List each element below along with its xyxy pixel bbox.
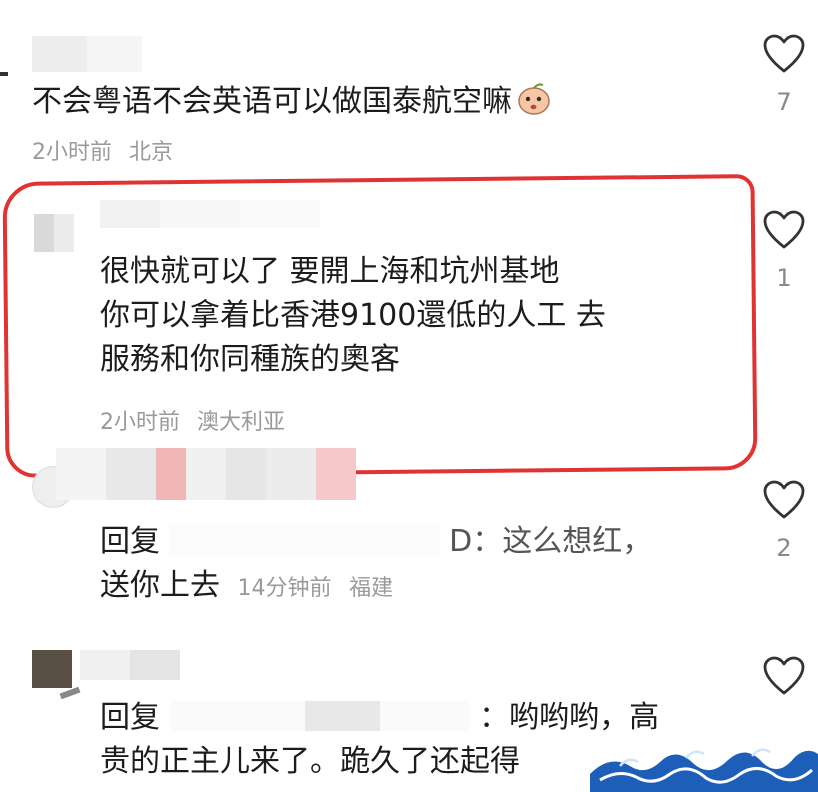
- peach-face-emoji-icon: [516, 81, 552, 117]
- blurred-username: [32, 36, 142, 72]
- heart-icon[interactable]: [762, 656, 806, 696]
- blurred-reply-target: [169, 701, 470, 731]
- blurred-username: [80, 650, 180, 680]
- reply-text: ：哟哟哟，高: [479, 700, 660, 735]
- wave-watermark-icon: [590, 748, 818, 792]
- blurred-avatar: [32, 650, 72, 688]
- comment-location: 福建: [349, 576, 394, 601]
- comment-line: 服務和你同種族的奧客: [100, 342, 400, 377]
- like-button[interactable]: 2: [754, 480, 814, 562]
- reply-prefix: 回复: [100, 700, 160, 735]
- comment-line: 贵的正主儿来了。跪久了还起得: [100, 744, 520, 779]
- blurred-reply-target: [169, 525, 440, 555]
- comment-meta: 2小时前 澳大利亚: [100, 404, 285, 436]
- like-count: 7: [776, 88, 792, 116]
- comment-meta: 2小时前 北京: [32, 134, 173, 166]
- blurred-avatar: [34, 214, 74, 252]
- comment-time: 2小时前: [32, 140, 112, 165]
- like-button[interactable]: [754, 656, 814, 700]
- like-count: 1: [776, 264, 792, 292]
- heart-icon[interactable]: [762, 34, 806, 74]
- comment-text: 不会粤语不会英语可以做国泰航空嘛: [32, 80, 552, 124]
- left-edge-mark: [59, 686, 81, 700]
- left-edge-mark: [0, 72, 8, 76]
- reply-text: D：这么想红，: [449, 524, 653, 559]
- like-button[interactable]: 7: [754, 34, 814, 116]
- comment-text: 回复 ：哟哟哟，高 贵的正主儿来了。跪久了还起得: [100, 696, 659, 784]
- heart-icon[interactable]: [762, 480, 806, 520]
- blurred-username: [56, 448, 356, 500]
- like-button[interactable]: 1: [754, 210, 814, 292]
- reply-prefix: 回复: [100, 524, 160, 559]
- comment-location: 北京: [129, 140, 174, 165]
- comment-location: 澳大利亚: [197, 410, 286, 435]
- comment-line: 你可以拿着比香港9100還低的人工 去: [100, 298, 606, 333]
- comment-line: 很快就可以了 要開上海和坑州基地: [100, 254, 560, 289]
- comment-text: 回复 D：这么想红， 送你上去 14分钟前 福建: [100, 520, 652, 611]
- like-count: 2: [776, 534, 792, 562]
- heart-icon[interactable]: [762, 210, 806, 250]
- blurred-username: [100, 200, 320, 228]
- comment-time: 14分钟前: [237, 576, 332, 601]
- comment-time: 2小时前: [100, 410, 180, 435]
- comment-line: 送你上去: [100, 568, 220, 603]
- comment-text: 很快就可以了 要開上海和坑州基地 你可以拿着比香港9100還低的人工 去 服務和…: [100, 250, 606, 382]
